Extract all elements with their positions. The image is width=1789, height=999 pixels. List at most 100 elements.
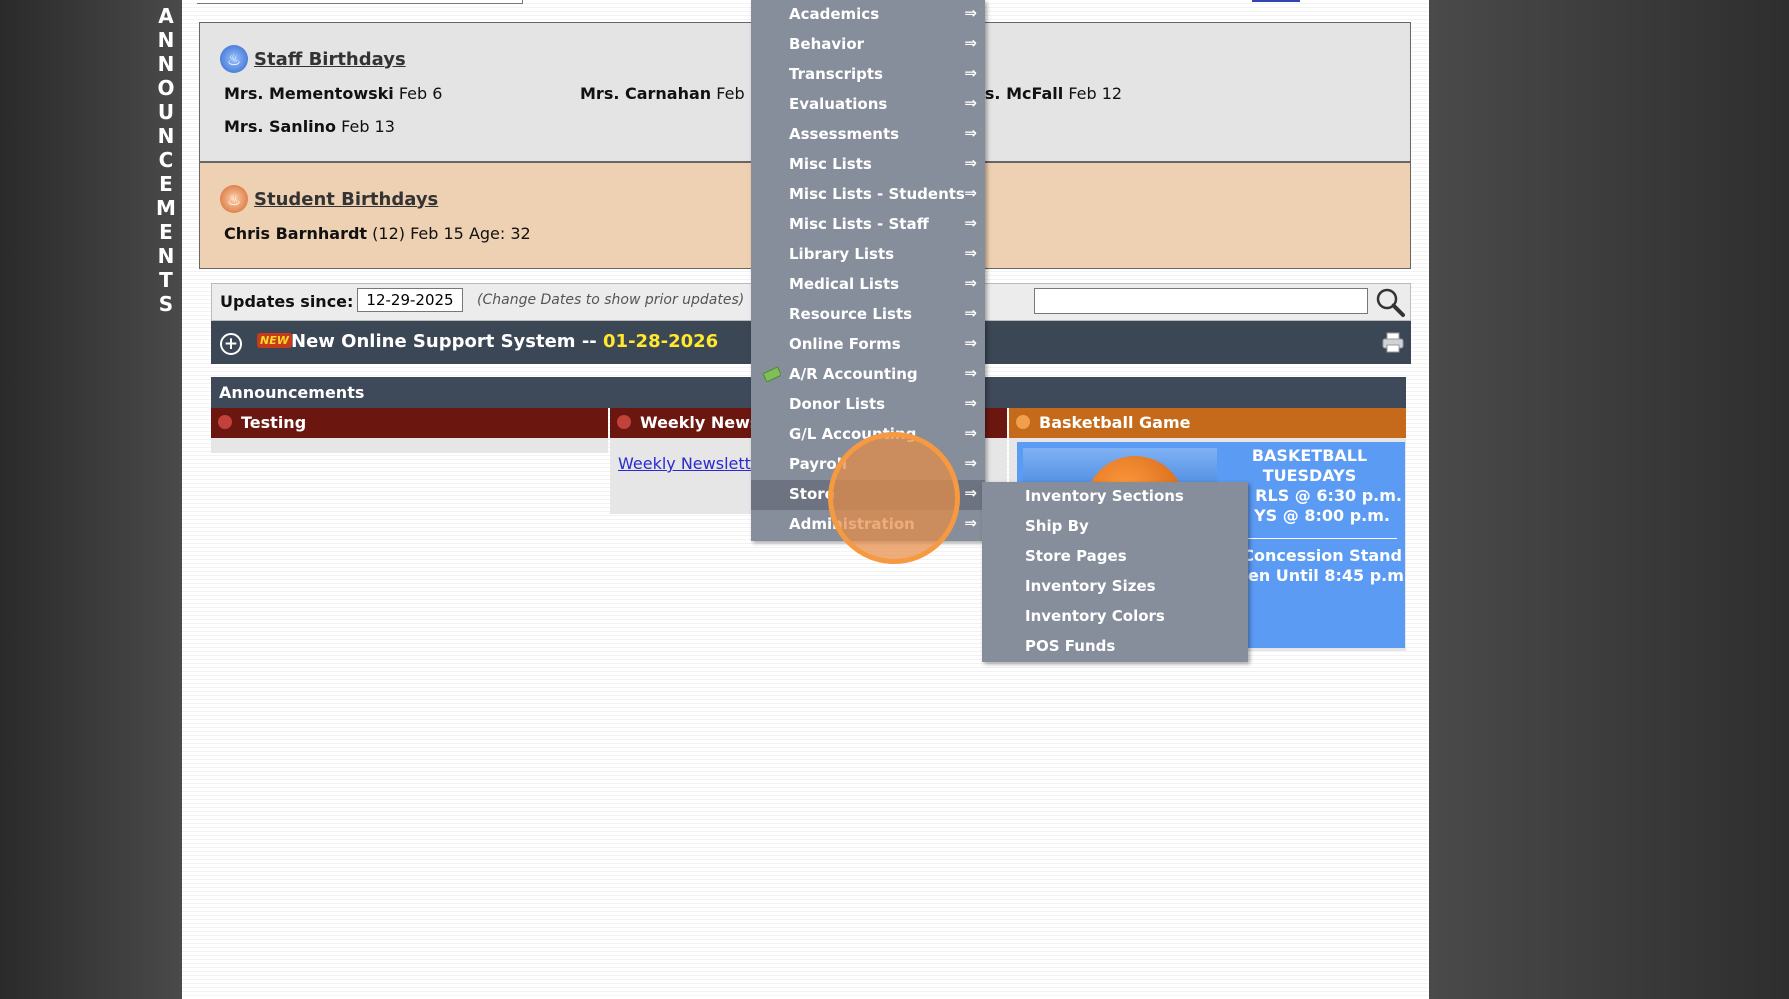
menu-item-label: Medical Lists [789, 275, 900, 293]
menu-item-academics[interactable]: Academics ⇒ [751, 0, 985, 30]
submenu-item-pos-funds[interactable]: POS Funds [982, 632, 1248, 662]
updates-note: (Change Dates to show prior updates) [477, 292, 745, 308]
search-icon[interactable] [1374, 286, 1406, 318]
menu-item-label: Misc Lists - Staff [789, 215, 929, 233]
menu-item-misc-lists[interactable]: Misc Lists ⇒ [751, 150, 985, 180]
birthday-detail: (12) Feb 15 Age: 32 [372, 224, 531, 243]
person-name: Chris Barnhardt [224, 224, 368, 243]
staff-birthdays-header: ♨ Staff Birthdays [220, 45, 406, 73]
menu-item-label: Misc Lists - Students [789, 185, 965, 203]
flyer-line: BASKETBALL [1251, 446, 1368, 465]
banner-letter: U [157, 100, 175, 124]
submenu-item-inventory-sizes[interactable]: Inventory Sizes [982, 572, 1248, 602]
menu-item-behavior[interactable]: Behavior ⇒ [751, 30, 985, 60]
new-badge: NEW [257, 333, 292, 348]
updates-since-label: Updates since: [220, 292, 354, 311]
arrow-right-icon: ⇒ [964, 514, 977, 532]
menu-item-label: Evaluations [789, 95, 888, 113]
menu-item-store[interactable]: Store ⇒ [751, 480, 985, 510]
announcement-column-header[interactable]: Testing [211, 408, 608, 438]
menu-item-label: Transcripts [789, 65, 883, 83]
arrow-right-icon: ⇒ [964, 304, 977, 322]
staff-birthdays-title[interactable]: Staff Birthdays [254, 49, 406, 70]
news-title[interactable]: New Online Support System -- 01-28-2026 [291, 331, 718, 352]
menu-item-label: Store [789, 485, 835, 503]
weekly-newsletter-link[interactable]: Weekly Newslette [618, 454, 761, 473]
arrow-right-icon: ⇒ [964, 184, 977, 202]
menu-item-assessments[interactable]: Assessments ⇒ [751, 120, 985, 150]
arrow-right-icon: ⇒ [964, 64, 977, 82]
menu-item-label: Academics [789, 5, 880, 23]
menu-item-label: Online Forms [789, 335, 901, 353]
tab-outline [197, 0, 523, 4]
arrow-right-icon: ⇒ [964, 484, 977, 502]
menu-item-label: Library Lists [789, 245, 895, 263]
submenu-item-inventory-sections[interactable]: Inventory Sections [982, 482, 1248, 512]
menu-item-medical-lists[interactable]: Medical Lists ⇒ [751, 270, 985, 300]
search-input[interactable] [1034, 288, 1368, 314]
announcement-title: Weekly Newsl [640, 413, 765, 432]
birthday-cake-icon: ♨ [220, 45, 248, 73]
money-icon [763, 366, 781, 382]
banner-letter: M [156, 196, 176, 220]
pin-icon [617, 415, 631, 429]
pin-icon [218, 415, 232, 429]
arrow-right-icon: ⇒ [964, 94, 977, 112]
menu-item-gl-accounting[interactable]: G/L Accounting ⇒ [751, 420, 985, 450]
menu-item-evaluations[interactable]: Evaluations ⇒ [751, 90, 985, 120]
arrow-right-icon: ⇒ [964, 364, 977, 382]
menu-item-misc-lists-students[interactable]: Misc Lists - Students ⇒ [751, 180, 985, 210]
arrow-right-icon: ⇒ [964, 394, 977, 412]
menu-item-donor-lists[interactable]: Donor Lists ⇒ [751, 390, 985, 420]
menu-item-resource-lists[interactable]: Resource Lists ⇒ [751, 300, 985, 330]
banner-letter: N [157, 52, 175, 76]
submenu-item-label: POS Funds [1025, 637, 1116, 655]
banner-letter: S [158, 292, 174, 316]
arrow-right-icon: ⇒ [964, 4, 977, 22]
birthday-date: Feb 13 [341, 117, 395, 136]
arrow-right-icon: ⇒ [964, 424, 977, 442]
birthday-cake-icon: ♨ [220, 185, 248, 213]
menu-item-transcripts[interactable]: Transcripts ⇒ [751, 60, 985, 90]
expand-plus-icon[interactable]: + [220, 333, 242, 355]
banner-letter: E [159, 172, 173, 196]
arrow-right-icon: ⇒ [964, 454, 977, 472]
menu-item-misc-lists-staff[interactable]: Misc Lists - Staff ⇒ [751, 210, 985, 240]
menu-item-label: G/L Accounting [789, 425, 917, 443]
staff-birthday-entry: Mrs. Mementowski Feb 6 [224, 84, 442, 103]
menu-item-online-forms[interactable]: Online Forms ⇒ [751, 330, 985, 360]
student-birthday-entry: Chris Barnhardt (12) Feb 15 Age: 32 [224, 224, 531, 243]
submenu-item-label: Ship By [1025, 517, 1089, 535]
banner-letter: O [157, 76, 175, 100]
arrow-right-icon: ⇒ [964, 244, 977, 262]
arrow-right-icon: ⇒ [964, 334, 977, 352]
menu-item-library-lists[interactable]: Library Lists ⇒ [751, 240, 985, 270]
menu-item-payroll[interactable]: Payroll ⇒ [751, 450, 985, 480]
submenu-item-store-pages[interactable]: Store Pages [982, 542, 1248, 572]
banner-letter: N [157, 28, 175, 52]
navigation-dropdown-menu: Academics ⇒ Behavior ⇒ Transcripts ⇒ Evalua… [751, 0, 985, 541]
announcement-column-header[interactable]: Basketball Game [1009, 408, 1406, 438]
print-icon[interactable] [1382, 331, 1404, 353]
person-name: Mrs. Carnahan [580, 84, 712, 103]
submenu-item-label: Inventory Sizes [1025, 577, 1156, 595]
menu-item-ar-accounting[interactable]: A/R Accounting ⇒ [751, 360, 985, 390]
menu-item-label: Assessments [789, 125, 900, 143]
announcement-body [211, 438, 608, 453]
submenu-item-ship-by[interactable]: Ship By [982, 512, 1248, 542]
news-title-text: New Online Support System -- [291, 331, 604, 352]
menu-item-label: A/R Accounting [789, 365, 918, 383]
announcement-title: Basketball Game [1039, 413, 1191, 432]
menu-item-administration[interactable]: Administration ⇒ [751, 510, 985, 540]
announcements-title: Announcements [219, 383, 365, 402]
student-birthdays-title[interactable]: Student Birthdays [254, 189, 438, 210]
arrow-right-icon: ⇒ [964, 34, 977, 52]
arrow-right-icon: ⇒ [964, 214, 977, 232]
submenu-item-inventory-colors[interactable]: Inventory Colors [982, 602, 1248, 632]
updates-since-date-input[interactable] [357, 288, 463, 312]
news-date: 01-28-2026 [603, 331, 719, 352]
person-name: rs. McFall [977, 84, 1064, 103]
staff-birthday-entry: Mrs. Sanlino Feb 13 [224, 117, 395, 136]
birthday-date: Feb [716, 84, 745, 103]
menu-item-label: Administration [789, 515, 915, 533]
